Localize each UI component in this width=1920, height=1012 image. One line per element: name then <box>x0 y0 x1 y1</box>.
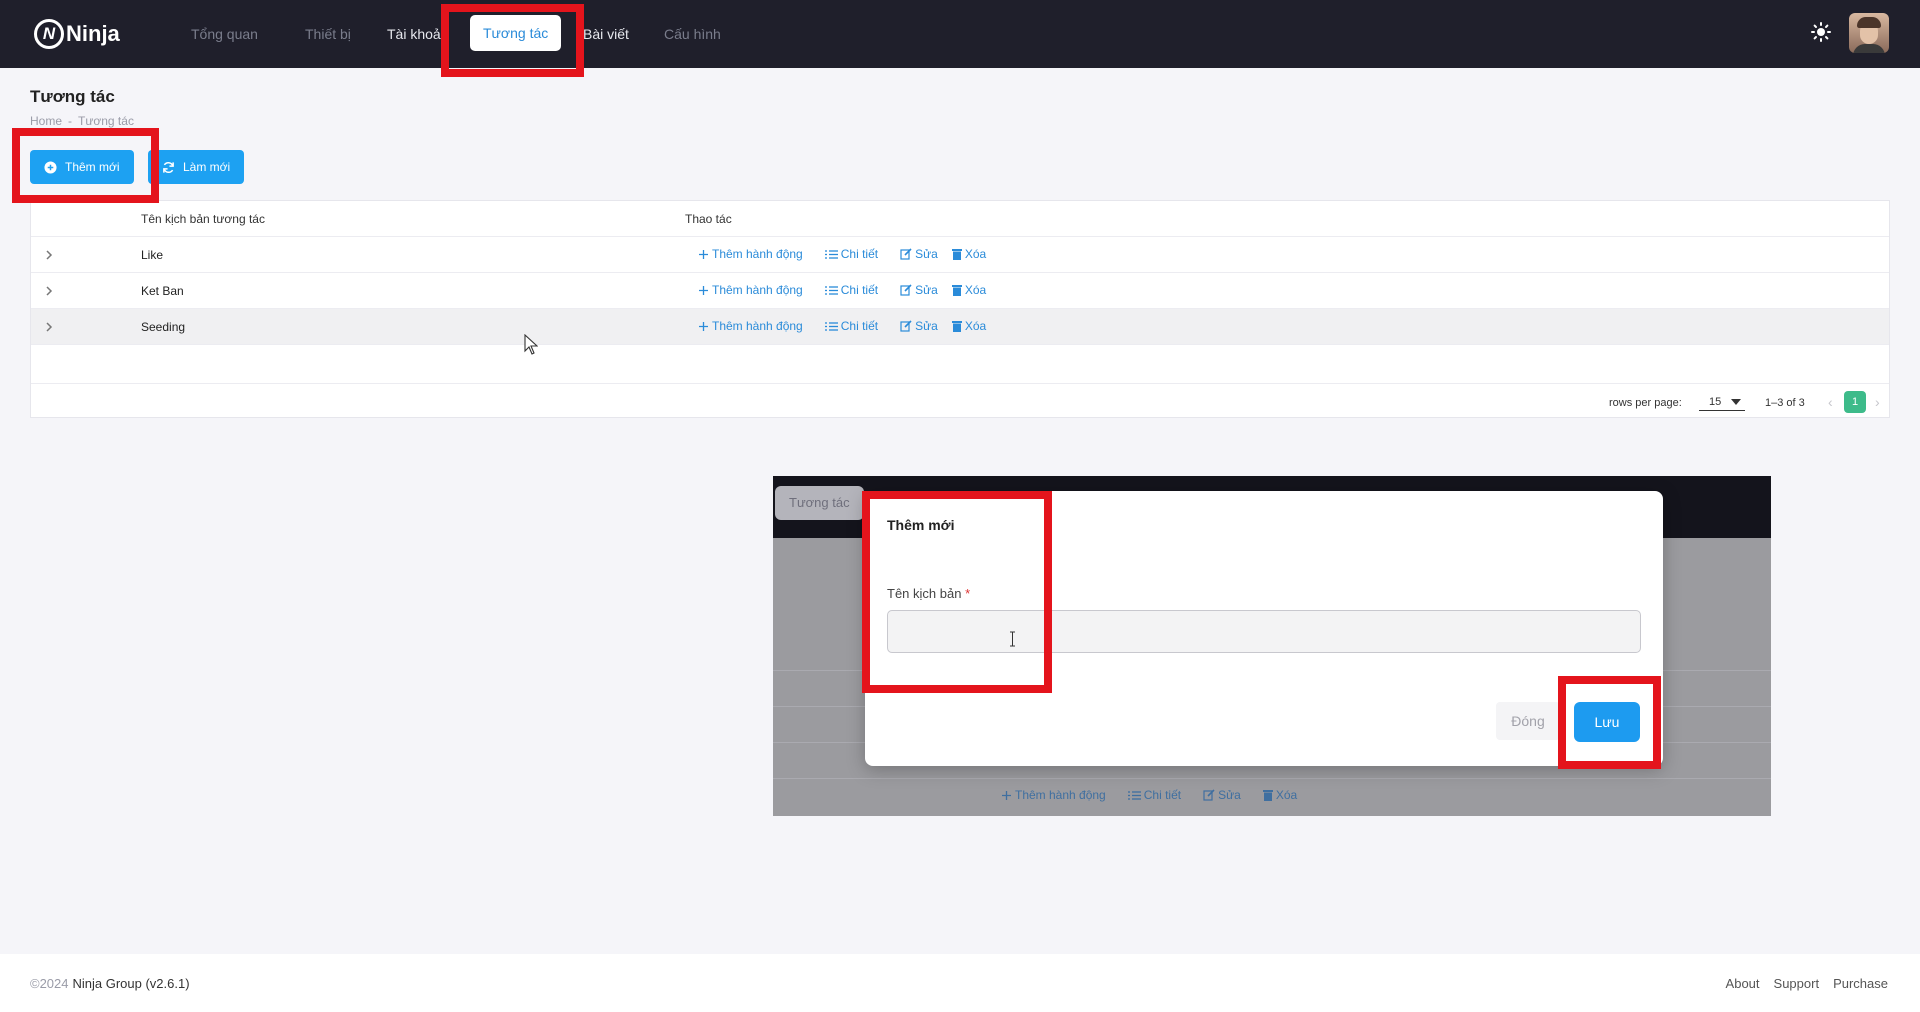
table-row[interactable]: Like Thêm hành động Chi tiết Sửa Xóa <box>31 237 1889 273</box>
edit-link[interactable]: Sửa <box>900 247 938 261</box>
highlight-add-button <box>12 128 159 203</box>
breadcrumb-home[interactable]: Home <box>30 114 62 128</box>
trash-icon <box>1262 790 1273 801</box>
edit-icon <box>900 320 912 332</box>
company-name: Ninja Group (v2.6.1) <box>72 976 190 991</box>
logo-mark-icon: N <box>34 19 64 49</box>
delete-link[interactable]: Xóa <box>951 283 986 297</box>
add-action-link[interactable]: Thêm hành động <box>698 283 803 297</box>
row-actions: Thêm hành động Chi tiết Sửa Xóa <box>698 247 1008 261</box>
edit-link[interactable]: Sửa <box>900 283 938 297</box>
detail-link[interactable]: Chi tiết <box>824 283 878 297</box>
delete-link[interactable]: Xóa <box>951 247 986 261</box>
scenario-name: Ket Ban <box>141 284 184 298</box>
column-header-actions: Thao tác <box>685 212 732 226</box>
detail-link[interactable]: Chi tiết <box>824 247 878 261</box>
chevron-right-icon[interactable] <box>43 321 55 333</box>
trash-icon <box>951 249 962 260</box>
add-action-link[interactable]: Thêm hành động <box>698 247 803 261</box>
preview-divider <box>773 778 1771 779</box>
next-page-icon[interactable]: › <box>1875 394 1880 410</box>
refresh-label: Làm mới <box>183 160 231 174</box>
delete-link[interactable]: Xóa <box>951 319 986 333</box>
refresh-icon <box>163 161 174 173</box>
edit-icon <box>1203 789 1215 801</box>
list-icon <box>1127 790 1141 800</box>
detail-link[interactable]: Chi tiết <box>824 319 878 333</box>
row-actions: Thêm hành động Chi tiết Sửa Xóa <box>698 319 1008 333</box>
list-icon <box>824 285 838 295</box>
preview-delete-link: Xóa <box>1262 788 1297 802</box>
footer-links: About Support Purchase <box>1712 976 1888 991</box>
pagination-range: 1–3 of 3 <box>1765 397 1805 409</box>
close-button[interactable]: Đóng <box>1496 702 1560 740</box>
highlight-nav-tab <box>441 4 584 77</box>
footer-link-support[interactable]: Support <box>1774 976 1820 991</box>
rows-per-page-label: rows per page: <box>1609 397 1682 409</box>
row-actions: Thêm hành động Chi tiết Sửa Xóa <box>698 283 1008 297</box>
plus-icon <box>1002 790 1011 800</box>
nav-item-tong-quan[interactable]: Tổng quan <box>191 20 258 48</box>
breadcrumb: Home - Tương tác <box>30 114 134 128</box>
theme-toggle-sun-icon[interactable] <box>1811 22 1831 42</box>
mouse-pointer-icon <box>524 334 538 355</box>
nav-item-tai-khoan[interactable]: Tài khoản <box>387 20 448 48</box>
rows-per-page-select[interactable]: 15 <box>1699 393 1745 411</box>
plus-icon <box>699 249 708 259</box>
scenario-name: Like <box>141 248 164 262</box>
preview-row-actions: Thêm hành động Chi tiết Sửa Xóa <box>1001 788 1319 802</box>
nav-item-cau-hinh[interactable]: Cấu hình <box>664 20 721 48</box>
page-number-button[interactable]: 1 <box>1844 391 1866 413</box>
breadcrumb-separator: - <box>68 114 73 128</box>
rows-per-page-value: 15 <box>1709 396 1722 408</box>
preview-detail-link: Chi tiết <box>1127 788 1181 802</box>
highlight-save-button <box>1558 676 1661 769</box>
table-row[interactable]: Ket Ban Thêm hành động Chi tiết Sửa Xóa <box>31 273 1889 309</box>
table-row[interactable]: Seeding Thêm hành động Chi tiết Sửa Xóa <box>31 309 1889 345</box>
refresh-button[interactable]: Làm mới <box>148 150 245 184</box>
edit-icon <box>900 248 912 260</box>
add-action-link[interactable]: Thêm hành động <box>698 319 803 333</box>
nav-item-bai-viet[interactable]: Bài viết <box>583 20 629 48</box>
plus-icon <box>699 321 708 331</box>
page-footer: ©2024 Ninja Group (v2.6.1) About Support … <box>0 954 1920 1012</box>
scenario-table: Tên kịch bản tương tác Thao tác Like Thê… <box>30 200 1890 418</box>
chevron-right-icon[interactable] <box>43 249 55 261</box>
logo-text: Ninja <box>66 21 120 46</box>
highlight-dialog-field <box>862 491 1052 693</box>
list-icon <box>824 249 838 259</box>
page-title: Tương tác <box>30 87 115 106</box>
trash-icon <box>951 321 962 332</box>
plus-icon <box>699 285 708 295</box>
footer-link-about[interactable]: About <box>1726 976 1760 991</box>
list-icon <box>824 321 838 331</box>
user-avatar[interactable] <box>1849 13 1889 53</box>
footer-link-purchase[interactable]: Purchase <box>1833 976 1888 991</box>
top-navbar: N Ninja Tổng quan Thiết bị Tài khoản Tươ… <box>0 0 1920 68</box>
app-logo[interactable]: N Ninja <box>34 17 120 51</box>
table-pagination: rows per page: 15 1–3 of 3 ‹ 1 › <box>31 383 1889 419</box>
breadcrumb-current: Tương tác <box>78 114 134 128</box>
trash-icon <box>951 285 962 296</box>
copyright: ©2024 Ninja Group (v2.6.1) <box>30 976 190 991</box>
column-header-name: Tên kịch bản tương tác <box>141 212 265 226</box>
chevron-right-icon[interactable] <box>43 285 55 297</box>
edit-link[interactable]: Sửa <box>900 319 938 333</box>
caret-down-icon <box>1731 399 1741 405</box>
scenario-name: Seeding <box>141 320 186 334</box>
preview-edit-link: Sửa <box>1203 788 1241 802</box>
prev-page-icon[interactable]: ‹ <box>1828 394 1833 410</box>
nav-item-thiet-bi[interactable]: Thiết bị <box>305 20 351 48</box>
table-header: Tên kịch bản tương tác Thao tác <box>31 201 1889 237</box>
preview-add-action-link: Thêm hành động <box>1001 788 1106 802</box>
edit-icon <box>900 284 912 296</box>
preview-tab: Tương tác <box>775 486 864 520</box>
